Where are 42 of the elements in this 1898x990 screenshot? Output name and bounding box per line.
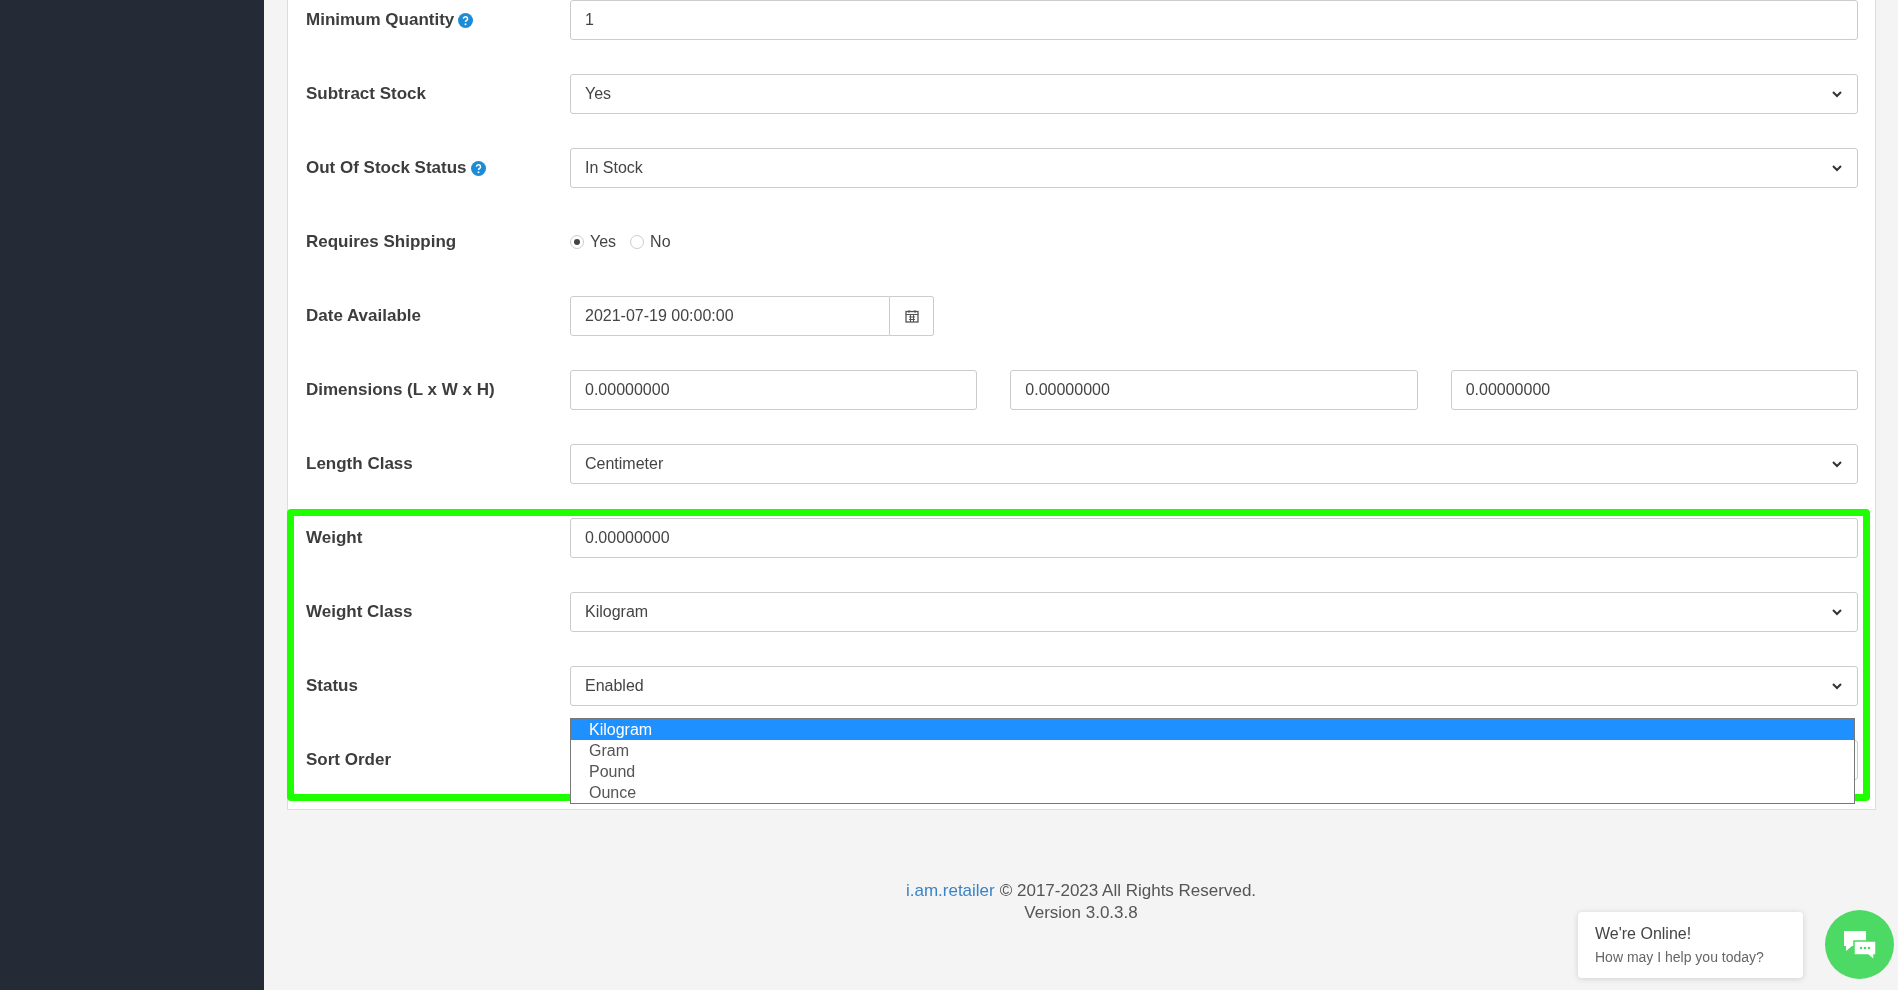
chevron-down-icon bbox=[1831, 606, 1843, 618]
chat-subtitle: How may I help you today? bbox=[1595, 949, 1765, 965]
text-input[interactable]: 1 bbox=[570, 0, 1858, 40]
help-icon[interactable] bbox=[470, 160, 486, 176]
field-label: Sort Order bbox=[306, 750, 392, 770]
select-field[interactable]: Centimeter bbox=[570, 444, 1858, 484]
chat-icon bbox=[1841, 928, 1878, 961]
date-input[interactable]: 2021-07-19 00:00:00 bbox=[570, 296, 890, 336]
radio-button[interactable] bbox=[570, 235, 584, 249]
footer-link[interactable]: i.am.retailer bbox=[905, 880, 995, 902]
calendar-icon bbox=[904, 309, 919, 323]
select-field[interactable]: In Stock bbox=[570, 148, 1858, 188]
select-field[interactable]: Enabled bbox=[570, 666, 1858, 706]
select-field[interactable]: Yes bbox=[570, 74, 1858, 114]
help-icon[interactable] bbox=[458, 12, 474, 28]
version-text: Version 3.0.3.8 bbox=[1024, 902, 1138, 924]
calendar-button[interactable] bbox=[890, 296, 934, 336]
dimension-input[interactable]: 0.00000000 bbox=[570, 370, 978, 410]
radio-option[interactable]: Yes bbox=[570, 233, 617, 251]
field-label: Weight bbox=[306, 528, 363, 548]
dimension-input[interactable]: 0.00000000 bbox=[1450, 370, 1858, 410]
field-label: Out Of Stock Status bbox=[306, 158, 467, 178]
chevron-down-icon bbox=[1831, 680, 1843, 692]
select-field[interactable]: Kilogram bbox=[570, 592, 1858, 632]
copyright-text: © 2017-2023 All Rights Reserved. bbox=[999, 880, 1257, 902]
chevron-down-icon bbox=[1831, 458, 1843, 470]
chevron-down-icon bbox=[1831, 88, 1843, 100]
field-label: Minimum Quantity bbox=[306, 10, 455, 30]
radio-option[interactable]: No bbox=[630, 233, 671, 251]
chevron-down-icon bbox=[1831, 162, 1843, 174]
field-label: Subtract Stock bbox=[306, 84, 426, 104]
field-label: Date Available bbox=[306, 306, 421, 326]
field-label: Dimensions (L x W x H) bbox=[306, 380, 495, 400]
field-label: Requires Shipping bbox=[306, 232, 457, 252]
dimension-input[interactable]: 0.00000000 bbox=[1010, 370, 1418, 410]
field-label: Length Class bbox=[306, 454, 413, 474]
field-label: Status bbox=[306, 676, 358, 696]
chat-title: We're Online! bbox=[1595, 925, 1693, 943]
field-label: Weight Class bbox=[306, 602, 413, 622]
radio-button[interactable] bbox=[630, 235, 645, 249]
chat-bubble[interactable]: We're Online! How may I help you today? bbox=[1578, 912, 1803, 978]
text-input[interactable]: 0.00000000 bbox=[570, 518, 1858, 558]
